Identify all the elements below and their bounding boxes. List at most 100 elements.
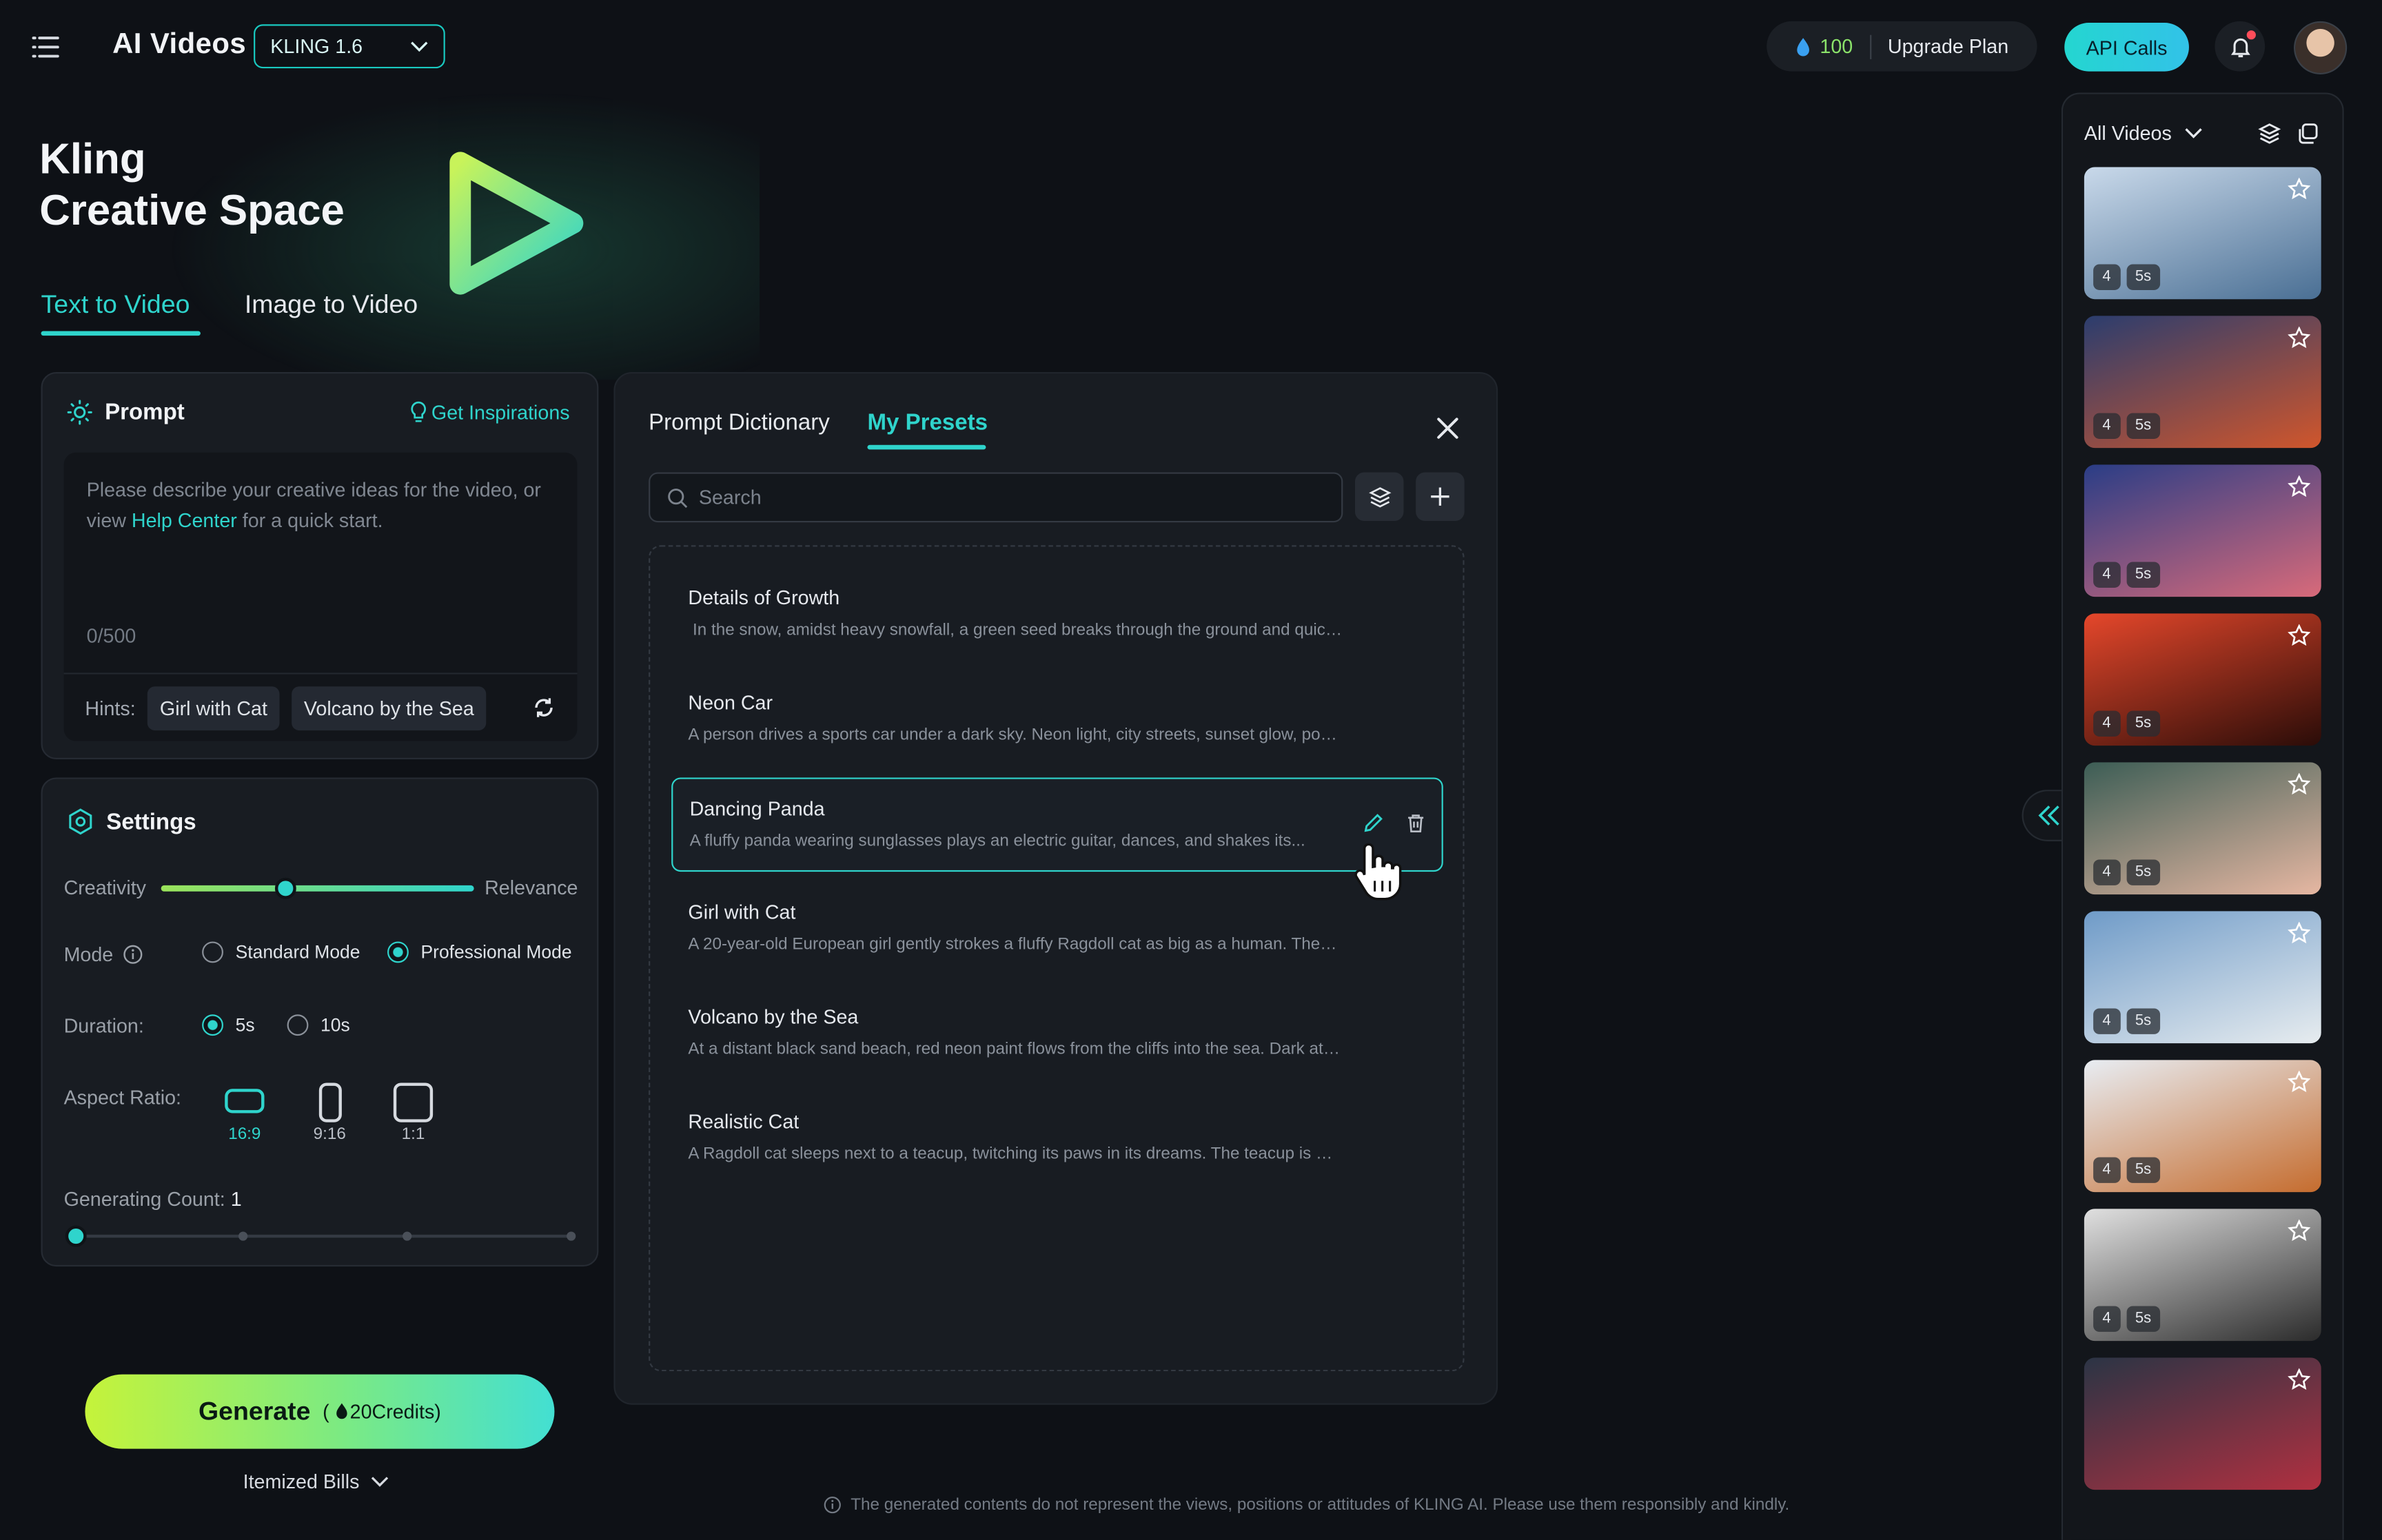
creativity-slider-handle[interactable] xyxy=(275,877,297,899)
preset-description: A Ragdoll cat sleeps next to a teacup, t… xyxy=(688,1144,1342,1164)
video-thumbnail[interactable]: 4 5s xyxy=(2084,167,2321,300)
aspect-9-16-icon xyxy=(318,1082,341,1122)
aspect-1-1-label: 1:1 xyxy=(401,1125,425,1144)
aspect-16-9-option[interactable]: 16:9 xyxy=(214,1080,275,1144)
duration-10s-option[interactable]: 10s xyxy=(287,1014,350,1036)
layers-button[interactable] xyxy=(1354,472,1404,521)
upgrade-plan-link[interactable]: Upgrade Plan xyxy=(1888,35,2008,58)
generating-count-value: 1 xyxy=(230,1187,242,1211)
double-chevron-left-icon xyxy=(2036,803,2060,828)
star-icon[interactable] xyxy=(2288,475,2311,498)
duration-5s-label: 5s xyxy=(235,1014,255,1036)
video-thumbnail[interactable]: 4 5s xyxy=(2084,1209,2321,1342)
sun-icon xyxy=(67,400,92,425)
hint-chip-volcano-by-the-sea[interactable]: Volcano by the Sea xyxy=(292,686,487,730)
video-thumbnail[interactable]: 4 5s xyxy=(2084,613,2321,746)
video-thumbnail[interactable]: 4 5s xyxy=(2084,464,2321,597)
star-icon[interactable] xyxy=(2288,326,2311,349)
preset-description: A fluffy panda wearing sunglasses plays … xyxy=(689,832,1305,851)
generating-count-handle[interactable] xyxy=(65,1225,87,1247)
info-icon xyxy=(824,1496,842,1514)
hint-chip-girl-with-cat[interactable]: Girl with Cat xyxy=(147,686,280,730)
active-tab-indicator xyxy=(867,444,986,450)
preset-item-volcano-by-the-sea[interactable]: Volcano by the Sea At a distant black sa… xyxy=(671,987,1443,1082)
video-gallery: All Videos 4 5s 4 5s 4 5s 4 5s 4 5s 4 5s 4 5s 4 5s xyxy=(2061,92,2344,1540)
video-thumbnail[interactable]: 4 5s xyxy=(2084,762,2321,895)
generating-count-slider[interactable] xyxy=(72,1234,575,1238)
credits-pill[interactable]: 100 Upgrade Plan xyxy=(1767,21,2037,72)
duration-5s-option[interactable]: 5s xyxy=(202,1014,255,1036)
star-icon[interactable] xyxy=(2288,1219,2311,1242)
video-thumbnail[interactable]: 4 5s xyxy=(2084,911,2321,1044)
multi-select-icon[interactable] xyxy=(2295,121,2319,145)
prompt-input[interactable]: Please describe your creative ideas for … xyxy=(63,452,578,673)
mode-label: Mode xyxy=(63,943,114,966)
preset-item-dancing-panda[interactable]: Dancing Panda A fluffy panda wearing sun… xyxy=(671,777,1443,872)
add-preset-button[interactable] xyxy=(1416,472,1465,521)
professional-mode-radio[interactable] xyxy=(387,941,409,963)
preset-item-neon-car[interactable]: Neon Car A person drives a sports car un… xyxy=(671,673,1443,767)
aspect-1-1-option[interactable]: 1:1 xyxy=(383,1080,443,1144)
duration-badge: 5s xyxy=(2126,562,2161,588)
edit-pencil-icon[interactable] xyxy=(1363,812,1384,834)
video-thumbnail[interactable]: 4 5s xyxy=(2084,316,2321,449)
star-icon[interactable] xyxy=(2288,772,2311,796)
preset-search-input[interactable]: Search xyxy=(649,472,1343,523)
generate-button[interactable]: Generate ( 20Credits) xyxy=(85,1374,555,1449)
star-icon[interactable] xyxy=(2288,624,2311,647)
info-icon[interactable] xyxy=(122,945,142,965)
standard-mode-option[interactable]: Standard Mode xyxy=(202,941,360,963)
hints-label: Hints: xyxy=(85,696,136,719)
tab-prompt-dictionary[interactable]: Prompt Dictionary xyxy=(649,410,830,435)
preset-item-realistic-cat[interactable]: Realistic Cat A Ragdoll cat sleeps next … xyxy=(671,1092,1443,1187)
model-select[interactable]: KLING 1.6 xyxy=(254,24,445,69)
menu-icon[interactable] xyxy=(30,32,61,62)
get-inspirations-link[interactable]: Get Inspirations xyxy=(410,401,570,424)
thumbnail-badges: 4 5s xyxy=(2093,859,2161,885)
itemized-bills-toggle[interactable]: Itemized Bills xyxy=(243,1470,389,1493)
duration-badge: 5s xyxy=(2126,859,2161,885)
tab-my-presets[interactable]: My Presets xyxy=(867,410,988,435)
video-count-badge: 4 xyxy=(2093,413,2120,439)
refresh-icon[interactable] xyxy=(531,695,556,719)
star-icon[interactable] xyxy=(2288,921,2311,945)
divider xyxy=(1869,34,1871,59)
aspect-9-16-option[interactable]: 9:16 xyxy=(299,1080,360,1144)
duration-5s-radio[interactable] xyxy=(202,1014,223,1036)
api-calls-button[interactable]: API Calls xyxy=(2064,23,2189,72)
layers-icon[interactable] xyxy=(2257,121,2281,145)
help-center-link[interactable]: Help Center xyxy=(132,509,237,531)
preset-item-details-of-growth[interactable]: Details of Growth In the snow, amidst he… xyxy=(671,568,1443,662)
preset-description: In the snow, amidst heavy snowfall, a gr… xyxy=(693,621,1346,639)
thumbnail-badges: 4 5s xyxy=(2093,264,2161,290)
generating-count-label: Generating Count: xyxy=(63,1187,225,1211)
avatar[interactable] xyxy=(2294,21,2348,74)
preset-item-girl-with-cat[interactable]: Girl with Cat A 20-year-old European gir… xyxy=(671,883,1443,977)
preset-list: Details of Growth In the snow, amidst he… xyxy=(649,545,1465,1372)
all-videos-dropdown[interactable]: All Videos xyxy=(2084,121,2202,144)
video-count-badge: 4 xyxy=(2093,264,2120,290)
trash-icon[interactable] xyxy=(1405,812,1427,834)
professional-mode-option[interactable]: Professional Mode xyxy=(387,941,572,963)
character-counter: 0/500 xyxy=(86,624,136,647)
tab-image-to-video[interactable]: Image to Video xyxy=(245,290,418,320)
video-thumbnail[interactable] xyxy=(2084,1357,2321,1490)
video-thumbnail[interactable]: 4 5s xyxy=(2084,1060,2321,1193)
duration-10s-radio[interactable] xyxy=(287,1014,309,1036)
star-icon[interactable] xyxy=(2288,1368,2311,1391)
close-icon[interactable] xyxy=(1432,413,1463,443)
video-count-badge: 4 xyxy=(2093,710,2120,737)
hand-cursor-icon xyxy=(1350,839,1411,903)
aspect-ratio-label: Aspect Ratio: xyxy=(63,1085,181,1109)
creativity-relevance-slider[interactable] xyxy=(161,885,474,892)
professional-mode-label: Professional Mode xyxy=(420,941,572,963)
notification-button[interactable] xyxy=(2215,21,2266,72)
tab-text-to-video[interactable]: Text to Video xyxy=(41,290,190,320)
duration-badge: 5s xyxy=(2126,1008,2161,1034)
all-videos-label: All Videos xyxy=(2084,121,2172,145)
duration-badge: 5s xyxy=(2126,710,2161,737)
star-icon[interactable] xyxy=(2288,177,2311,201)
preset-title: Volcano by the Sea xyxy=(688,1005,859,1029)
standard-mode-radio[interactable] xyxy=(202,941,223,963)
star-icon[interactable] xyxy=(2288,1070,2311,1094)
